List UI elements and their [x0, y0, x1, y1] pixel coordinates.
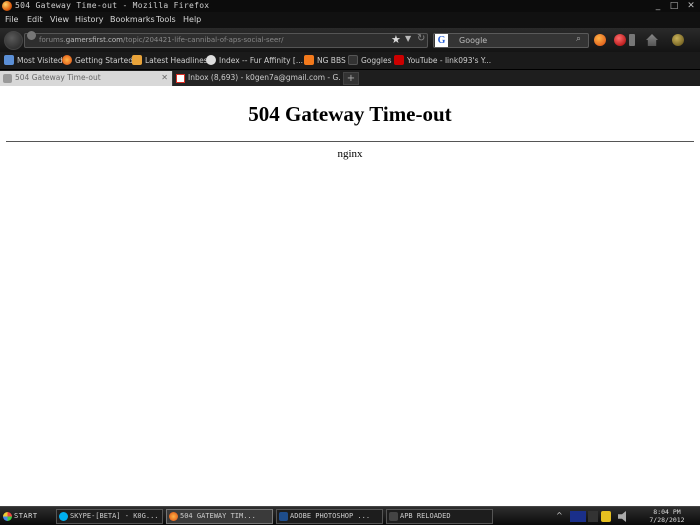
- menu-history[interactable]: History: [75, 14, 103, 26]
- clock-time: 8:04 PM: [653, 508, 681, 516]
- tab-close-icon[interactable]: ✕: [161, 71, 168, 85]
- photoshop-icon: [279, 512, 288, 521]
- paw-icon: [206, 55, 216, 65]
- youtube-icon: [394, 55, 404, 65]
- maximize-button[interactable]: □: [668, 0, 680, 12]
- goggles-icon: [348, 55, 358, 65]
- task-apb-reloaded[interactable]: APB Reloaded: [386, 509, 493, 524]
- tray-expand-icon[interactable]: ^: [556, 511, 563, 522]
- bookmark-youtube[interactable]: YouTube - link093's Y...: [394, 55, 491, 67]
- bookmark-latest-headlines[interactable]: Latest Headlines: [132, 55, 208, 67]
- page-icon: [3, 74, 12, 83]
- skype-icon: [59, 512, 68, 521]
- url-domain: gamersfirst.com: [65, 36, 124, 44]
- bookmarks-toolbar: Most Visited Getting Started Latest Head…: [0, 52, 700, 70]
- tray-app-icon[interactable]: [588, 511, 598, 522]
- volume-icon[interactable]: [618, 511, 626, 522]
- rss-icon: [132, 55, 142, 65]
- google-search-engine-icon[interactable]: G: [435, 34, 448, 47]
- url-prefix: forums.: [39, 36, 66, 44]
- bookmark-goggles[interactable]: Goggles: [348, 55, 392, 67]
- close-button[interactable]: ✕: [685, 0, 697, 12]
- url-path: /topic/204421-life-cannibal-of-aps-socia…: [123, 36, 284, 44]
- menu-bar: File Edit View History Bookmarks Tools H…: [0, 12, 700, 28]
- system-clock[interactable]: 8:04 PM 7/28/2012: [637, 508, 697, 524]
- menu-file[interactable]: File: [5, 14, 18, 26]
- firefox-addon-icon[interactable]: [594, 34, 606, 46]
- url-history-dropdown-icon[interactable]: ▼: [405, 34, 411, 43]
- search-input[interactable]: Google: [433, 33, 589, 48]
- task-skype[interactable]: Skype-[Beta] - k0g...: [56, 509, 163, 524]
- menu-tools[interactable]: Tools: [156, 14, 176, 26]
- reload-icon[interactable]: ↻: [417, 33, 425, 44]
- site-identity-icon[interactable]: [27, 31, 36, 40]
- newgrounds-icon: [304, 55, 314, 65]
- task-photoshop[interactable]: Adobe Photoshop ...: [276, 509, 383, 524]
- tray-folder-icon[interactable]: [601, 511, 611, 522]
- adblock-icon[interactable]: [614, 34, 626, 46]
- windows-logo-icon: [3, 512, 12, 521]
- search-icon[interactable]: ⌕: [576, 34, 581, 44]
- browser-window: 504 Gateway Time-out - Mozilla Firefox _…: [0, 0, 700, 525]
- title-bar: 504 Gateway Time-out - Mozilla Firefox _…: [0, 0, 700, 12]
- task-firefox[interactable]: 504 Gateway Tim...: [166, 509, 273, 524]
- window-title: 504 Gateway Time-out - Mozilla Firefox: [15, 1, 210, 10]
- menu-help[interactable]: Help: [183, 14, 201, 26]
- adblock-menu-icon[interactable]: [629, 34, 635, 46]
- firefox-icon: [169, 512, 178, 521]
- taskbar: Start Skype-[Beta] - k0g... 504 Gateway …: [0, 506, 700, 525]
- error-heading: 504 Gateway Time-out: [248, 102, 452, 126]
- bookmark-ng-bbs[interactable]: NG BBS: [304, 55, 346, 67]
- gmail-icon: [176, 74, 185, 83]
- clock-date: 7/28/2012: [649, 516, 685, 524]
- bookmark-fur-affinity[interactable]: Index -- Fur Affinity [...: [206, 55, 303, 67]
- tray-network-icon[interactable]: [570, 511, 586, 522]
- menu-bookmarks[interactable]: Bookmarks: [110, 14, 155, 26]
- start-button[interactable]: Start: [1, 509, 49, 524]
- bookmark-star-icon[interactable]: ★: [391, 33, 401, 47]
- new-tab-button[interactable]: +: [343, 72, 359, 85]
- firefox-logo-icon: [2, 1, 12, 11]
- divider: [6, 141, 694, 142]
- menu-view[interactable]: View: [50, 14, 69, 26]
- minimize-button[interactable]: _: [652, 0, 664, 12]
- bookmark-most-visited[interactable]: Most Visited: [4, 55, 63, 67]
- back-button[interactable]: [4, 31, 23, 50]
- server-name: nginx: [337, 148, 363, 160]
- tab-gmail-inbox[interactable]: Inbox (8,693) - k0gen7a@gmail.com - G...: [172, 71, 340, 86]
- firefox-icon: [62, 55, 72, 65]
- page-content: 504 Gateway Time-out nginx: [0, 86, 700, 506]
- addon-gear-icon[interactable]: [672, 34, 684, 46]
- menu-edit[interactable]: Edit: [27, 14, 43, 26]
- url-bar[interactable]: forums.gamersfirst.com/topic/204421-life…: [24, 33, 428, 48]
- apb-icon: [389, 512, 398, 521]
- bookmark-getting-started[interactable]: Getting Started: [62, 55, 133, 67]
- most-visited-icon: [4, 55, 14, 65]
- tab-504-gateway[interactable]: 504 Gateway Time-out ✕: [0, 71, 172, 86]
